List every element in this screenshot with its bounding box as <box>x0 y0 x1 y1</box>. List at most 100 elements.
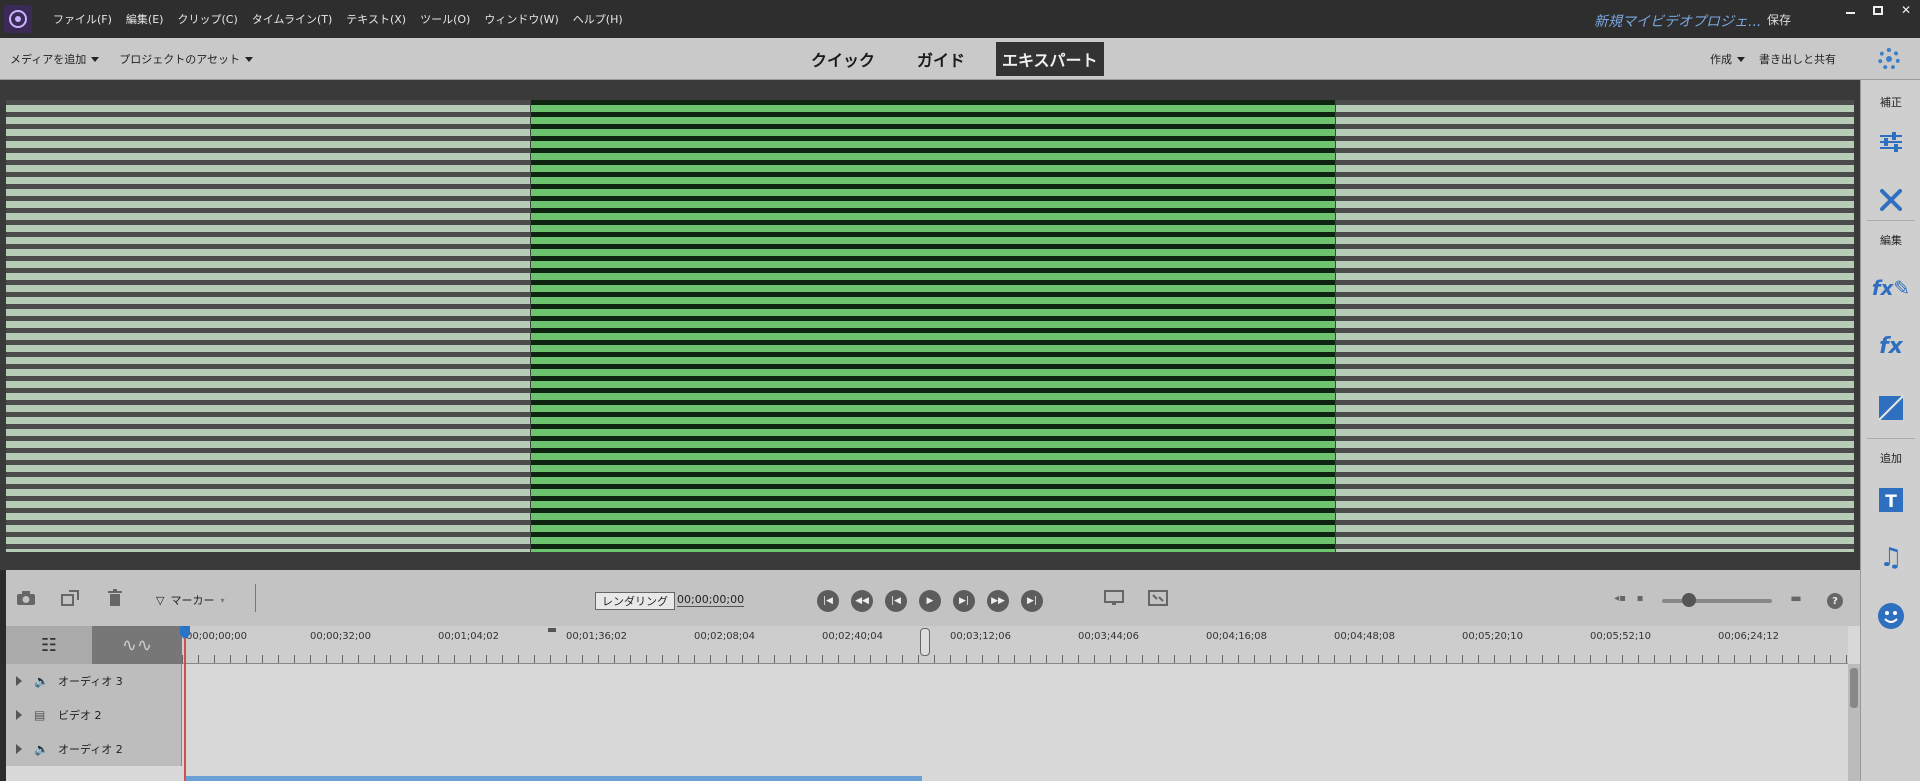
playhead-line <box>184 638 186 781</box>
effects-icon[interactable]: fx <box>1877 332 1905 360</box>
zoom-in-icon[interactable]: ▬ <box>1786 590 1806 606</box>
timeline-scrollbar[interactable] <box>1848 664 1860 781</box>
timecode-display[interactable]: 00;00;00;00 <box>677 593 745 607</box>
speaker-icon[interactable]: 🔈 <box>34 674 49 688</box>
tab-guided[interactable]: ガイド <box>896 42 986 76</box>
smart-trim-icon[interactable] <box>60 590 80 606</box>
timeline-tools: ☷ ∿∿ <box>6 626 182 664</box>
minimize-button[interactable] <box>1836 0 1864 20</box>
ruler-label: 00;04;16;08 <box>1206 631 1268 642</box>
work-area-end-handle[interactable] <box>920 628 930 656</box>
film-icon[interactable]: ▤ <box>34 708 48 722</box>
project-assets-dropdown[interactable]: プロジェクトのアセット <box>119 51 254 67</box>
trash-icon[interactable] <box>105 589 125 606</box>
tools-icon[interactable] <box>1877 186 1905 214</box>
ruler-label: 00;01;36;02 <box>566 631 628 642</box>
close-button[interactable]: ✕ <box>1892 0 1920 20</box>
chevron-down-icon <box>91 56 100 62</box>
speaker-icon[interactable]: 🔈 <box>34 742 49 756</box>
menu-file[interactable]: ファイル(F) <box>46 11 119 27</box>
window-controls: ✕ <box>1836 0 1920 20</box>
menu-clip[interactable]: クリップ(C) <box>170 11 244 27</box>
music-icon[interactable]: ♫ <box>1877 543 1905 573</box>
go-to-start-button[interactable]: |◀ <box>817 590 839 612</box>
ruler-label: 00;04;48;08 <box>1334 631 1396 642</box>
step-forward-icon: ▶| <box>959 596 969 606</box>
video-preview[interactable] <box>6 100 1854 552</box>
track-audio-3: 🔈 オーディオ 3 <box>6 664 1848 698</box>
ruler-label: 00;01;04;02 <box>438 631 500 642</box>
ruler-label: 00;03;12;06 <box>950 631 1012 642</box>
applied-effects-icon[interactable]: fx✎ <box>1872 274 1910 302</box>
help-icon[interactable]: ? <box>1827 593 1843 609</box>
step-back-button[interactable]: |◀ <box>885 590 907 612</box>
go-to-end-button[interactable]: ▶| <box>1021 590 1043 612</box>
menu-edit[interactable]: 編集(E) <box>119 11 171 27</box>
ruler-label: 00;00;00;00 <box>186 631 248 642</box>
create-label: 作成 <box>1710 53 1732 66</box>
time-ruler[interactable]: 00;00;00;00 00;00;32;00 00;01;04;02 00;0… <box>182 626 1848 664</box>
play-button[interactable]: ▶ <box>919 590 941 612</box>
adjust-sliders-icon[interactable] <box>1877 128 1905 156</box>
fullscreen-icon[interactable] <box>1148 590 1168 606</box>
separator <box>1867 220 1915 221</box>
track-header[interactable]: 🔈 オーディオ 2 <box>6 732 182 766</box>
zoom-slider-thumb[interactable] <box>1682 593 1696 607</box>
menu-text[interactable]: テキスト(X) <box>339 11 413 27</box>
camera-icon[interactable] <box>16 590 36 606</box>
save-button[interactable]: 保存 <box>1767 11 1791 28</box>
title-bar: ファイル(F) 編集(E) クリップ(C) タイムライン(T) テキスト(X) … <box>0 0 1920 38</box>
track-label: オーディオ 2 <box>58 743 123 756</box>
track-audio-2: 🔈 オーディオ 2 <box>6 732 1848 766</box>
chevron-down-icon <box>245 56 254 62</box>
track-header[interactable]: ▤ ビデオ 2 <box>6 698 182 732</box>
step-forward-button[interactable]: ▶| <box>953 590 975 612</box>
titles-icon[interactable]: T <box>1877 486 1905 514</box>
expand-icon[interactable] <box>16 676 22 686</box>
ruler-label: 00;06;24;12 <box>1718 631 1780 642</box>
video-clip[interactable] <box>184 776 922 781</box>
zoom-slider[interactable] <box>1662 599 1772 603</box>
transport-bar: ▽ マーカー ▾ レンダリング 00;00;00;00 |◀ ◀◀ |◀ ▶ ▶… <box>6 570 1860 626</box>
maximize-button[interactable] <box>1864 0 1892 20</box>
expand-icon[interactable] <box>16 744 22 754</box>
scrollbar-thumb[interactable] <box>1850 668 1858 708</box>
track-body[interactable] <box>182 698 1848 732</box>
audio-mixer-icon[interactable]: ∿∿ <box>92 626 182 664</box>
preview-video-frame <box>530 100 1336 552</box>
rewind-button[interactable]: ◀◀ <box>851 590 873 612</box>
project-title[interactable]: 新規マイビデオプロジェ... <box>1594 11 1761 31</box>
marker-dropdown[interactable]: ▽ マーカー ▾ <box>156 592 224 608</box>
ruler-label: 00;05;20;10 <box>1462 631 1524 642</box>
menu-timeline[interactable]: タイムライン(T) <box>245 11 340 27</box>
add-media-dropdown[interactable]: メディアを追加 <box>10 51 100 67</box>
menu-tools[interactable]: ツール(O) <box>413 11 477 27</box>
tab-quick[interactable]: クイック <box>790 42 896 76</box>
graphics-icon[interactable] <box>1877 602 1905 630</box>
close-icon: ✕ <box>1900 3 1912 17</box>
ruler-marker[interactable] <box>548 628 556 632</box>
track-tools-icon[interactable]: ☷ <box>6 626 92 664</box>
section-label-edit: 編集 <box>1880 234 1902 247</box>
transitions-icon[interactable] <box>1877 394 1905 422</box>
track-body[interactable] <box>182 732 1848 766</box>
fit-to-visible-icon[interactable] <box>1104 590 1124 606</box>
tab-expert[interactable]: エキスパート <box>996 42 1104 76</box>
track-body[interactable] <box>182 664 1848 698</box>
ruler-label: 00;02;40;04 <box>822 631 884 642</box>
track-header[interactable]: 🔈 オーディオ 3 <box>6 664 182 698</box>
menu-window[interactable]: ウィンドウ(W) <box>477 11 565 27</box>
gear-icon[interactable] <box>1878 48 1900 70</box>
menu-help[interactable]: ヘルプ(H) <box>566 11 630 27</box>
ruler-label: 00;02;08;04 <box>694 631 756 642</box>
create-dropdown[interactable]: 作成 <box>1710 51 1745 67</box>
fast-forward-button[interactable]: ▶▶ <box>987 590 1009 612</box>
export-share-button[interactable]: 書き出しと共有 <box>1759 51 1836 67</box>
zoom-small-icon: ▪ <box>1636 592 1644 604</box>
add-media-label: メディアを追加 <box>10 53 87 66</box>
track-label: オーディオ 3 <box>58 675 123 688</box>
marker-icon: ▽ <box>156 593 165 607</box>
zoom-out-icon[interactable]: ◂▪ <box>1610 590 1630 606</box>
expand-icon[interactable] <box>16 710 22 720</box>
render-button[interactable]: レンダリング <box>595 592 675 610</box>
